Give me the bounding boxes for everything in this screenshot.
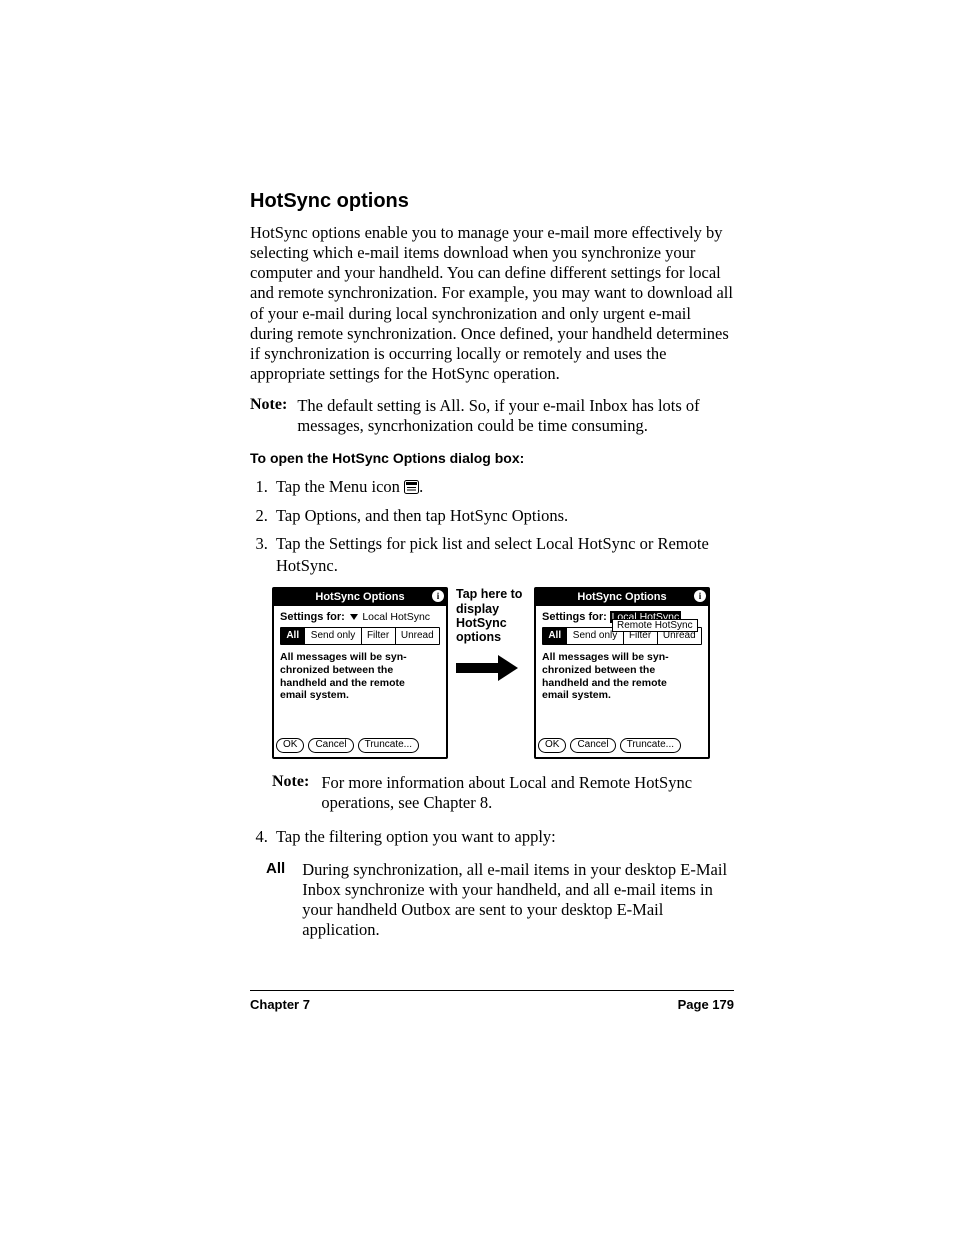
footer-page: Page 179 <box>678 997 734 1012</box>
callout-text: Tap here to display HotSync options <box>456 587 526 645</box>
settings-for-row: Settings for: Local HotSync <box>280 611 440 623</box>
menu-icon <box>404 480 419 494</box>
chevron-down-icon[interactable] <box>350 614 358 620</box>
filter-tabs: All Send only Filter Unread <box>280 627 440 645</box>
dialog-button-row: OK Cancel Truncate... <box>274 738 446 757</box>
filter-description: All messages will be syn- chronized betw… <box>542 651 702 701</box>
truncate-button[interactable]: Truncate... <box>620 738 681 753</box>
tab-all[interactable]: All <box>543 628 567 644</box>
dialog-title-text: HotSync Options <box>577 591 666 603</box>
step-1: Tap the Menu icon . <box>272 476 734 498</box>
step-4: Tap the filtering option you want to app… <box>272 826 734 848</box>
step-2: Tap Options, and then tap HotSync Option… <box>272 505 734 527</box>
footer-chapter: Chapter 7 <box>250 997 310 1012</box>
section-heading: HotSync options <box>250 190 734 213</box>
dialog-button-row: OK Cancel Truncate... <box>536 738 708 757</box>
hotsync-dialog-open: HotSync Options i Settings for: Local Ho… <box>534 587 710 759</box>
step-1-text-b: . <box>419 477 423 496</box>
ok-button[interactable]: OK <box>538 738 566 753</box>
note-block-2: Note: For more information about Local a… <box>272 773 734 813</box>
note-text: The default setting is All. So, if your … <box>297 396 734 436</box>
intro-paragraph: HotSync options enable you to manage you… <box>250 223 734 384</box>
info-icon[interactable]: i <box>694 590 706 602</box>
cancel-button[interactable]: Cancel <box>570 738 615 753</box>
dialog-body: Settings for: Local HotSync All Send onl… <box>274 606 446 738</box>
arrow-right-icon <box>456 653 526 683</box>
truncate-button[interactable]: Truncate... <box>358 738 419 753</box>
dialog-title: HotSync Options i <box>274 589 446 606</box>
dialog-body: Settings for: Local HotSync Remote HotSy… <box>536 606 708 738</box>
info-icon[interactable]: i <box>432 590 444 602</box>
dialog-title: HotSync Options i <box>536 589 708 606</box>
document-page: HotSync options HotSync options enable y… <box>0 0 954 1235</box>
cancel-button[interactable]: Cancel <box>308 738 353 753</box>
procedure-heading: To open the HotSync Options dialog box: <box>250 450 734 466</box>
step-1-text-a: Tap the Menu icon <box>276 477 404 496</box>
ok-button[interactable]: OK <box>276 738 304 753</box>
tab-all[interactable]: All <box>281 628 305 644</box>
settings-for-label: Settings for: <box>542 611 607 623</box>
note-text: For more information about Local and Rem… <box>321 773 734 813</box>
page-footer: Chapter 7 Page 179 <box>250 990 734 1012</box>
definition-body: During synchronization, all e-mail items… <box>302 860 734 941</box>
tab-filter[interactable]: Filter <box>362 628 396 644</box>
note-block: Note: The default setting is All. So, if… <box>250 396 734 436</box>
steps-list: Tap the Menu icon . Tap Options, and the… <box>250 476 734 577</box>
step-3: Tap the Settings for pick list and selec… <box>272 533 734 578</box>
picklist-option-remote[interactable]: Remote HotSync <box>613 620 697 631</box>
picklist-dropdown: Remote HotSync <box>612 619 698 632</box>
hotsync-dialog-closed: HotSync Options i Settings for: Local Ho… <box>272 587 448 759</box>
tab-unread[interactable]: Unread <box>396 628 439 644</box>
note-label: Note: <box>250 396 287 436</box>
picklist-value[interactable]: Local HotSync <box>362 611 430 623</box>
callout-column: Tap here to display HotSync options <box>456 587 526 683</box>
note-label: Note: <box>272 773 309 813</box>
steps-list-cont: Tap the filtering option you want to app… <box>250 826 734 848</box>
figure-block: HotSync Options i Settings for: Local Ho… <box>272 587 734 759</box>
dialog-title-text: HotSync Options <box>315 591 404 603</box>
settings-for-label: Settings for: <box>280 611 345 623</box>
tab-send-only[interactable]: Send only <box>305 628 361 644</box>
definition-row: All During synchronization, all e-mail i… <box>266 860 734 941</box>
definition-term: All <box>266 860 302 941</box>
filter-description: All messages will be syn- chronized betw… <box>280 651 440 701</box>
